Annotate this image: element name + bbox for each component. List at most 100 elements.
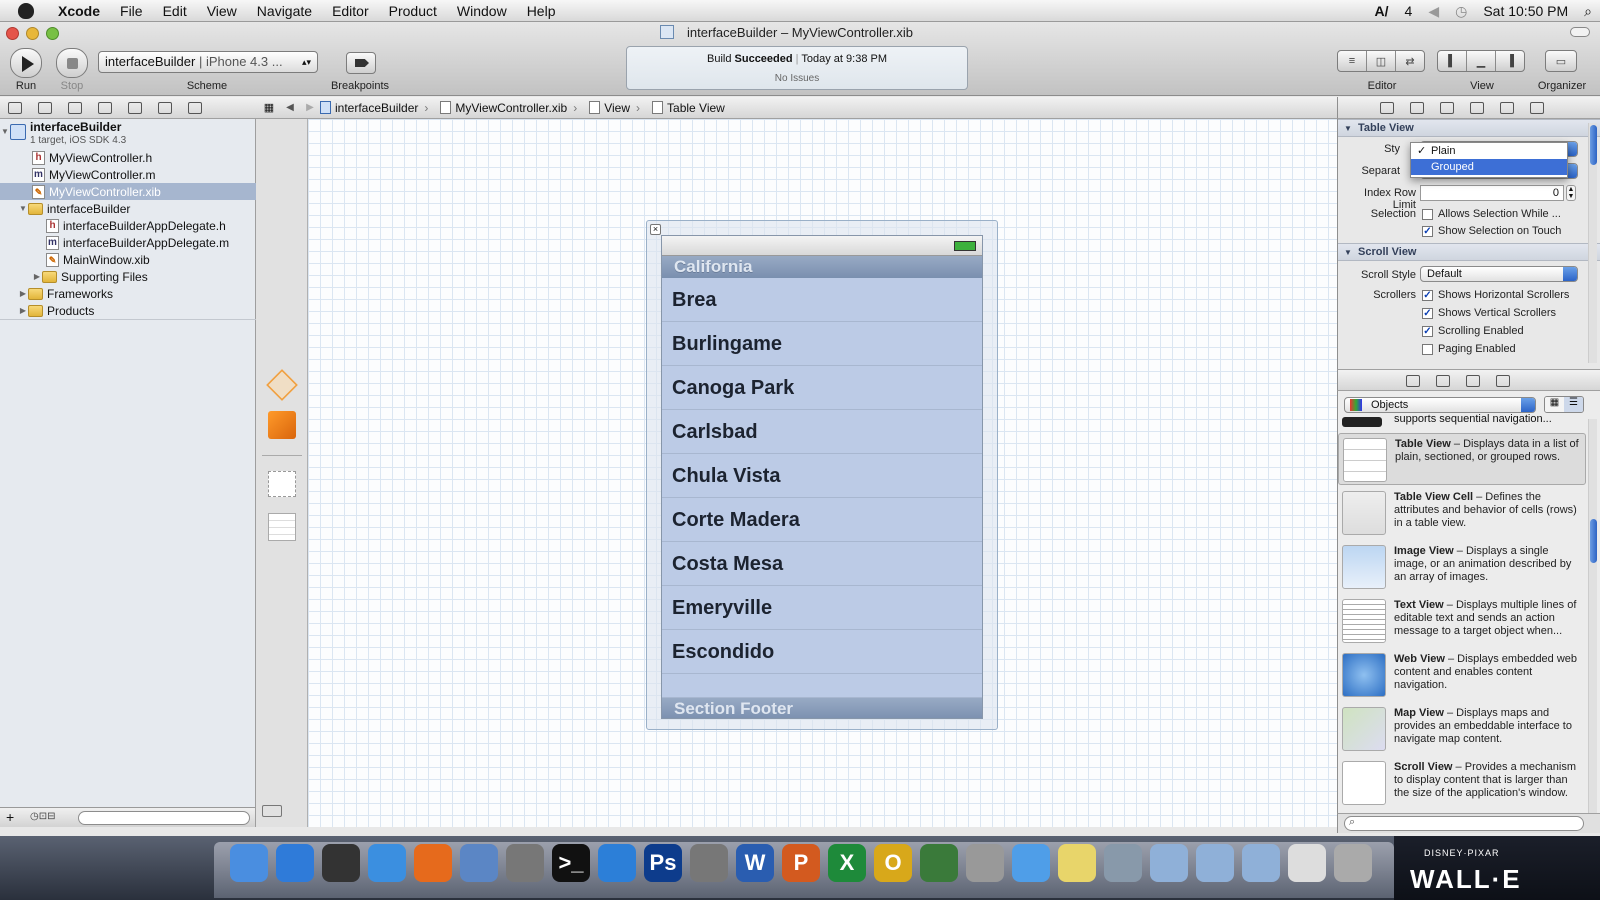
- project-row[interactable]: ▼ interfaceBuilder 1 target, iOS SDK 4.3: [0, 121, 256, 151]
- library-item-scroll-view[interactable]: Scroll View – Provides a mechanism to di…: [1338, 757, 1586, 809]
- library-item-map-view[interactable]: Map View – Displays maps and provides an…: [1338, 703, 1586, 755]
- dock-utilities-icon[interactable]: [1104, 844, 1142, 882]
- library-item-web-view[interactable]: Web View – Displays embedded web content…: [1338, 649, 1586, 701]
- add-icon[interactable]: +: [6, 809, 14, 825]
- search-navigator-icon[interactable]: [68, 102, 82, 114]
- menu-view[interactable]: View: [197, 3, 247, 19]
- view-object-icon[interactable]: [268, 471, 296, 497]
- dock-ps-icon[interactable]: Ps: [644, 844, 682, 882]
- quick-help-icon[interactable]: [1410, 102, 1424, 114]
- inspector-scrollbar[interactable]: [1588, 123, 1597, 363]
- dock-applications-icon[interactable]: [1150, 844, 1188, 882]
- dock-app-store-icon[interactable]: [276, 844, 314, 882]
- scrollbar-thumb[interactable]: [1590, 125, 1597, 165]
- disclosure-open-icon[interactable]: ▼: [0, 127, 10, 136]
- section-header-scroll-view[interactable]: ▼ Scroll View: [1338, 243, 1600, 261]
- menu-file[interactable]: File: [110, 3, 153, 19]
- breadcrumb-file[interactable]: MyViewController.xib: [440, 101, 577, 115]
- run-button[interactable]: [10, 48, 42, 78]
- recent-filter-icon[interactable]: ◷⊡⊟: [30, 811, 55, 822]
- scroll-style-popup[interactable]: Default: [1420, 266, 1578, 282]
- close-view-icon[interactable]: ×: [650, 224, 661, 235]
- section-header-table-view[interactable]: ▼ Table View: [1338, 119, 1600, 137]
- project-navigator-icon[interactable]: [8, 102, 22, 114]
- assistant-editor-icon[interactable]: ◫: [1367, 51, 1396, 71]
- disclosure-closed-icon[interactable]: ▶: [18, 289, 28, 298]
- back-arrow-icon[interactable]: ◀: [280, 102, 300, 113]
- dock-downloads-icon[interactable]: [1242, 844, 1280, 882]
- object-library-icon[interactable]: [1466, 375, 1480, 387]
- group-row[interactable]: ▶ Supporting Files: [0, 268, 256, 285]
- menu-window[interactable]: Window: [447, 3, 517, 19]
- table-cell[interactable]: Escondido: [662, 630, 982, 674]
- dock-ichat-icon[interactable]: [1012, 844, 1050, 882]
- table-view[interactable]: California Brea Burlingame Canoga Park C…: [661, 235, 983, 719]
- apple-menu-icon[interactable]: [18, 2, 34, 19]
- disclosure-closed-icon[interactable]: ▶: [32, 272, 42, 281]
- breadcrumb-project[interactable]: interfaceBuilder: [320, 101, 428, 115]
- file-inspector-icon[interactable]: [1380, 102, 1394, 114]
- library-item-table-view-cell[interactable]: Table View Cell – Defines the attributes…: [1338, 487, 1586, 539]
- filter-field[interactable]: [78, 811, 250, 825]
- dock-stickies-icon[interactable]: [1058, 844, 1096, 882]
- group-row[interactable]: ▶ Products: [0, 302, 256, 319]
- dock-word-icon[interactable]: W: [736, 844, 774, 882]
- navigator-toggle-icon[interactable]: ▌: [1438, 51, 1467, 71]
- forward-arrow-icon[interactable]: ▶: [300, 102, 320, 113]
- index-row-limit-field[interactable]: 0: [1420, 185, 1564, 201]
- breadcrumb-table-view[interactable]: Table View: [652, 101, 731, 115]
- dock-terminal-icon[interactable]: >_: [552, 844, 590, 882]
- group-row[interactable]: ▶ Frameworks: [0, 285, 256, 302]
- menu-help[interactable]: Help: [517, 3, 566, 19]
- connections-inspector-icon[interactable]: [1530, 102, 1544, 114]
- grid-view-icon[interactable]: ▦: [1545, 397, 1564, 412]
- dock-preview-icon[interactable]: [1288, 844, 1326, 882]
- menu-edit[interactable]: Edit: [153, 3, 197, 19]
- version-editor-icon[interactable]: ⇄: [1396, 51, 1424, 71]
- issue-navigator-icon[interactable]: [98, 102, 112, 114]
- file-row[interactable]: m interfaceBuilderAppDelegate.m: [0, 234, 256, 251]
- volume-icon[interactable]: ◀: [1428, 3, 1439, 20]
- dock-instruments-icon[interactable]: [506, 844, 544, 882]
- menu-editor[interactable]: Editor: [322, 3, 379, 19]
- dock-itunes-icon[interactable]: [598, 844, 636, 882]
- editor-segmented-control[interactable]: ≡ ◫ ⇄: [1337, 50, 1425, 72]
- table-cell[interactable]: Emeryville: [662, 586, 982, 630]
- table-view-object-icon[interactable]: [268, 513, 296, 541]
- menu-item-grouped[interactable]: Grouped: [1411, 159, 1567, 175]
- symbol-navigator-icon[interactable]: [38, 102, 52, 114]
- file-template-library-icon[interactable]: [1406, 375, 1420, 387]
- dock-system-preferences-icon[interactable]: [690, 844, 728, 882]
- index-row-limit-stepper[interactable]: ▲ ▼: [1566, 185, 1576, 201]
- dock-safari-icon[interactable]: [368, 844, 406, 882]
- library-scrollbar[interactable]: [1588, 419, 1597, 819]
- dock-trash-icon[interactable]: [1334, 844, 1372, 882]
- allows-selection-checkbox[interactable]: [1422, 209, 1433, 220]
- organizer-button[interactable]: ▭: [1545, 50, 1577, 72]
- media-library-icon[interactable]: [1496, 375, 1510, 387]
- paging-enabled-checkbox[interactable]: [1422, 344, 1433, 355]
- menu-item-plain[interactable]: ✓ Plain: [1411, 143, 1567, 159]
- disclosure-closed-icon[interactable]: ▶: [18, 306, 28, 315]
- shows-horizontal-checkbox[interactable]: ✓: [1422, 290, 1433, 301]
- shows-vertical-checkbox[interactable]: ✓: [1422, 308, 1433, 319]
- library-filter-popup[interactable]: Objects: [1344, 397, 1536, 413]
- table-cell[interactable]: Burlingame: [662, 322, 982, 366]
- file-row[interactable]: h interfaceBuilderAppDelegate.h: [0, 217, 256, 234]
- disclosure-open-icon[interactable]: ▼: [1344, 244, 1352, 261]
- log-navigator-icon[interactable]: [188, 102, 202, 114]
- table-cell[interactable]: Carlsbad: [662, 410, 982, 454]
- dock-excel-icon[interactable]: X: [828, 844, 866, 882]
- view-mode-control[interactable]: ▦ ☰: [1544, 396, 1584, 413]
- menu-product[interactable]: Product: [379, 3, 447, 19]
- file-row[interactable]: ✎ MainWindow.xib: [0, 251, 256, 268]
- file-row[interactable]: h MyViewController.h: [0, 149, 256, 166]
- dock-iphoto-icon[interactable]: [966, 844, 1004, 882]
- dock-firefox-icon[interactable]: [414, 844, 452, 882]
- list-view-icon[interactable]: ☰: [1564, 397, 1583, 412]
- dock-outlook-icon[interactable]: O: [874, 844, 912, 882]
- code-snippet-library-icon[interactable]: [1436, 375, 1450, 387]
- disclosure-open-icon[interactable]: ▼: [1344, 120, 1352, 137]
- fullscreen-toggle[interactable]: [1570, 27, 1590, 37]
- debug-navigator-icon[interactable]: [128, 102, 142, 114]
